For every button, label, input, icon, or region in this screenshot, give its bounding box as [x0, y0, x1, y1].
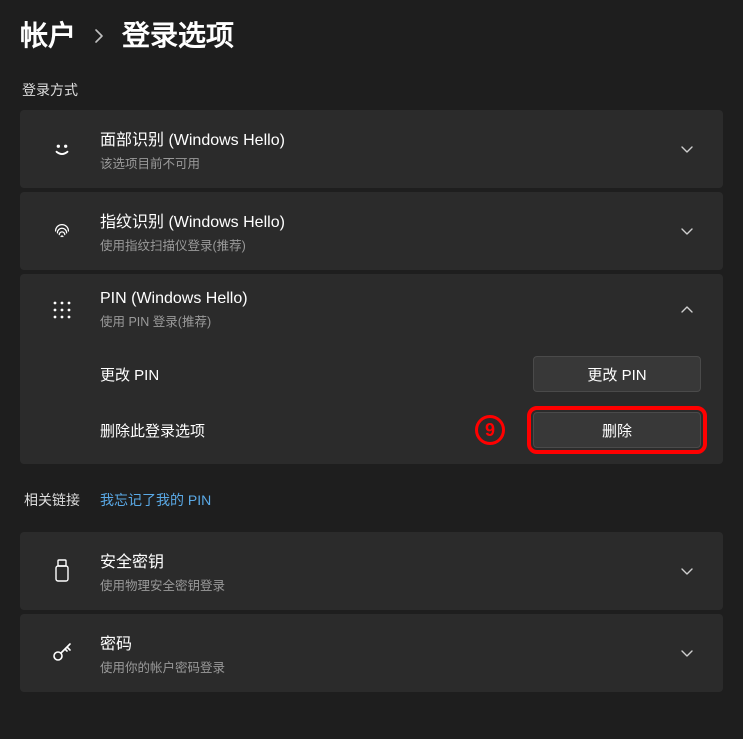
- signin-option-pin-row[interactable]: PIN (Windows Hello) 使用 PIN 登录(推荐): [20, 274, 723, 346]
- pin-change-label: 更改 PIN: [100, 364, 533, 385]
- related-links-label: 相关链接: [24, 490, 80, 510]
- option-subtitle: 使用物理安全密钥登录: [100, 575, 673, 594]
- option-subtitle: 使用 PIN 登录(推荐): [100, 311, 673, 330]
- chevron-down-icon: [673, 226, 701, 236]
- signin-option-face-row[interactable]: 面部识别 (Windows Hello) 该选项目前不可用: [20, 110, 723, 188]
- annotation-step-number: 9: [475, 415, 505, 445]
- pin-remove-row: 删除此登录选项 9 删除: [20, 402, 723, 458]
- signin-option-security-key: 安全密钥 使用物理安全密钥登录: [20, 532, 723, 610]
- breadcrumb-parent[interactable]: 帐户: [20, 14, 76, 54]
- usb-key-icon: [42, 559, 82, 583]
- remove-pin-button[interactable]: 删除: [533, 412, 701, 448]
- pin-keypad-icon: [42, 300, 82, 320]
- chevron-up-icon: [673, 305, 701, 315]
- signin-option-security-key-row[interactable]: 安全密钥 使用物理安全密钥登录: [20, 532, 723, 610]
- pin-remove-label: 删除此登录选项: [100, 420, 475, 441]
- option-title: 面部识别 (Windows Hello): [100, 126, 673, 150]
- change-pin-button[interactable]: 更改 PIN: [533, 356, 701, 392]
- signin-option-fingerprint: 指纹识别 (Windows Hello) 使用指纹扫描仪登录(推荐): [20, 192, 723, 270]
- chevron-right-icon: [94, 28, 104, 44]
- pin-change-row: 更改 PIN 更改 PIN: [20, 346, 723, 402]
- forgot-pin-link[interactable]: 我忘记了我的 PIN: [100, 490, 211, 510]
- option-subtitle: 使用指纹扫描仪登录(推荐): [100, 235, 673, 254]
- chevron-down-icon: [673, 648, 701, 658]
- signin-option-password-row[interactable]: 密码 使用你的帐户密码登录: [20, 614, 723, 692]
- option-title: 指纹识别 (Windows Hello): [100, 208, 673, 232]
- face-icon: [42, 138, 82, 160]
- section-heading: 登录方式: [22, 80, 723, 100]
- related-links: 相关链接 我忘记了我的 PIN: [20, 468, 723, 532]
- option-title: PIN (Windows Hello): [100, 290, 673, 308]
- page-title: 登录选项: [122, 14, 234, 54]
- signin-option-face: 面部识别 (Windows Hello) 该选项目前不可用: [20, 110, 723, 188]
- signin-option-password: 密码 使用你的帐户密码登录: [20, 614, 723, 692]
- breadcrumb: 帐户 登录选项: [20, 0, 723, 76]
- fingerprint-icon: [42, 220, 82, 242]
- option-title: 安全密钥: [100, 548, 673, 572]
- signin-option-fingerprint-row[interactable]: 指纹识别 (Windows Hello) 使用指纹扫描仪登录(推荐): [20, 192, 723, 270]
- chevron-down-icon: [673, 566, 701, 576]
- signin-option-pin: PIN (Windows Hello) 使用 PIN 登录(推荐) 更改 PIN…: [20, 274, 723, 464]
- chevron-down-icon: [673, 144, 701, 154]
- option-subtitle: 该选项目前不可用: [100, 153, 673, 172]
- option-title: 密码: [100, 630, 673, 654]
- option-subtitle: 使用你的帐户密码登录: [100, 657, 673, 676]
- key-icon: [42, 641, 82, 665]
